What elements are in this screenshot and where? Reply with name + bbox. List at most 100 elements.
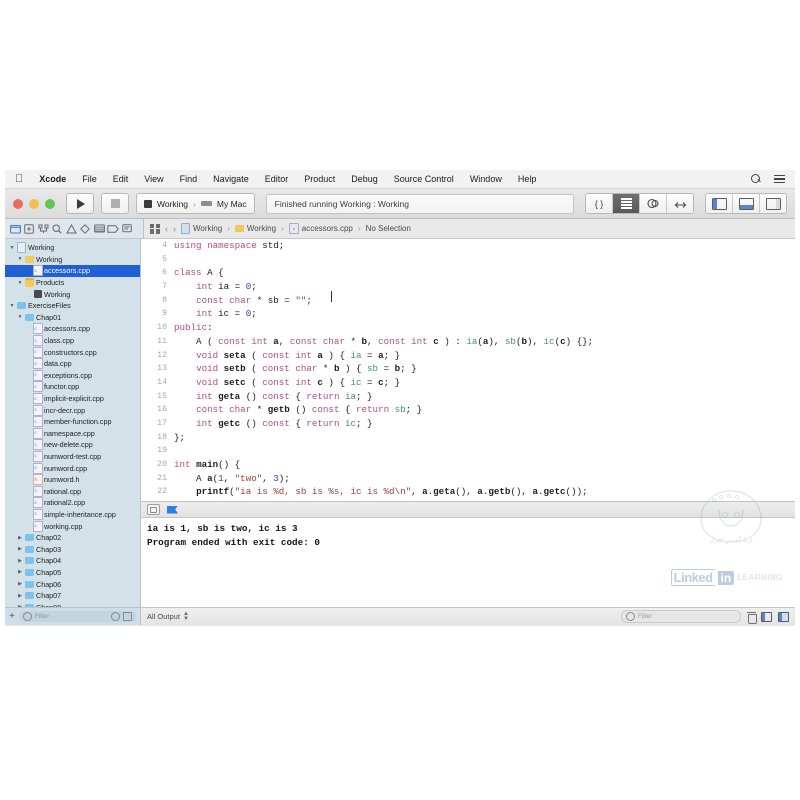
sidebar-item-implicit-explicit-cpp[interactable]: implicit-explicit.cpp bbox=[5, 393, 140, 405]
code-line[interactable]: 5 bbox=[141, 253, 795, 267]
sidebar-item-member-function-cpp[interactable]: member-function.cpp bbox=[5, 416, 140, 428]
run-button[interactable] bbox=[66, 193, 94, 214]
menu-item-navigate[interactable]: Navigate bbox=[205, 174, 257, 184]
sidebar-item-working[interactable]: Working bbox=[5, 288, 140, 300]
console-view-toggle[interactable] bbox=[778, 611, 789, 622]
console-filter-input[interactable]: Filter bbox=[621, 610, 741, 623]
menu-item-source-control[interactable]: Source Control bbox=[386, 174, 462, 184]
disclosure-triangle-right[interactable]: ▶ bbox=[16, 535, 24, 541]
clear-console-icon[interactable] bbox=[747, 612, 757, 624]
code-line[interactable]: 4 using namespace std; bbox=[141, 239, 795, 253]
sidebar-item-numword-test-cpp[interactable]: numword-test.cpp bbox=[5, 450, 140, 463]
hide-console-icon[interactable] bbox=[147, 504, 160, 515]
navigate-back-button[interactable]: ‹ bbox=[165, 224, 168, 234]
menu-item-window[interactable]: Window bbox=[462, 174, 510, 184]
debug-navigator-icon[interactable] bbox=[92, 222, 106, 235]
code-line[interactable]: 16 const char * getb () const { return s… bbox=[141, 403, 795, 417]
code-line[interactable]: 8 const char * sb = ""; bbox=[141, 294, 795, 308]
code-line[interactable]: 12 void seta ( const int a ) { ia = a; } bbox=[141, 349, 795, 363]
code-line[interactable]: 18}; bbox=[141, 431, 795, 445]
sidebar-item-working[interactable]: ▼ Working bbox=[5, 254, 140, 266]
disclosure-triangle-right[interactable]: ▶ bbox=[16, 546, 24, 552]
code-line[interactable]: 19 bbox=[141, 444, 795, 458]
variables-view-toggle[interactable] bbox=[761, 611, 772, 622]
code-line[interactable]: 23 return 0; bbox=[141, 499, 795, 501]
source-editor[interactable]: 4 using namespace std; 5 6 class A {7 int ia… bbox=[141, 239, 795, 501]
sidebar-item-simple-inheritance-cpp[interactable]: simple-inheritance.cpp bbox=[5, 508, 140, 521]
menu-item-debug[interactable]: Debug bbox=[343, 174, 386, 184]
output-scope-selector[interactable]: All Output ▲ ▼ bbox=[147, 611, 189, 622]
sidebar-item-incr-decr-cpp[interactable]: incr-decr.cpp bbox=[5, 404, 140, 416]
zoom-button[interactable] bbox=[45, 198, 55, 209]
code-line[interactable]: 17 int getc () const { return ic; } bbox=[141, 417, 795, 431]
menu-item-editor[interactable]: Editor bbox=[257, 174, 297, 184]
sidebar-item-exercisefiles[interactable]: ▼ ExerciseFiles bbox=[5, 300, 140, 312]
sidebar-item-new-delete-cpp[interactable]: new-delete.cpp bbox=[5, 439, 140, 451]
sidebar-item-numword-cpp[interactable]: numword.cpp bbox=[5, 462, 140, 474]
breakpoint-navigator-icon[interactable] bbox=[106, 222, 120, 235]
code-line[interactable]: 22 printf("ia is %d, sb is %s, ic is %d\… bbox=[141, 485, 795, 499]
project-navigator-icon[interactable] bbox=[8, 222, 22, 235]
find-navigator-icon[interactable] bbox=[50, 222, 64, 235]
code-line[interactable]: 6 class A { bbox=[141, 266, 795, 280]
code-line[interactable]: 7 int ia = 0; bbox=[141, 280, 795, 294]
debug-flag-icon[interactable] bbox=[167, 505, 178, 514]
menu-item-file[interactable]: File bbox=[74, 174, 105, 184]
code-line[interactable]: 21 A a(1, "two", 3); bbox=[141, 472, 795, 486]
stop-button[interactable] bbox=[101, 193, 129, 214]
sidebar-item-chap04[interactable]: ▶ Chap04 bbox=[5, 555, 140, 567]
scheme-selector[interactable]: Working › My Mac bbox=[136, 193, 255, 214]
recent-filter-icon[interactable] bbox=[22, 612, 32, 621]
disclosure-triangle-right[interactable]: ▶ bbox=[16, 593, 24, 599]
standard-editor-button[interactable] bbox=[613, 194, 640, 213]
close-button[interactable] bbox=[13, 198, 23, 209]
sidebar-item-chap05[interactable]: ▶ Chap05 bbox=[5, 567, 140, 579]
related-items-icon[interactable] bbox=[150, 223, 160, 234]
menu-item-xcode[interactable]: Xcode bbox=[31, 174, 74, 184]
disclosure-triangle-down[interactable]: ▼ bbox=[16, 314, 24, 320]
disclosure-triangle-right[interactable]: ▶ bbox=[16, 569, 24, 575]
version-editor-button[interactable] bbox=[667, 194, 693, 213]
navigator-filter-input[interactable]: Filter bbox=[18, 611, 136, 622]
recent-filter-toggle-icon[interactable] bbox=[111, 612, 120, 621]
sidebar-item-chap06[interactable]: ▶ Chap06 bbox=[5, 578, 140, 590]
breadcrumb-item-selection[interactable]: No Selection bbox=[366, 224, 411, 233]
menu-item-edit[interactable]: Edit bbox=[105, 174, 137, 184]
issue-navigator-icon[interactable] bbox=[64, 222, 78, 235]
breadcrumb-item-group[interactable]: Working bbox=[234, 224, 276, 233]
apple-menu-icon[interactable]:  bbox=[11, 173, 31, 185]
source-control-navigator-icon[interactable] bbox=[22, 222, 36, 235]
navigator-toggle[interactable] bbox=[706, 194, 733, 213]
sidebar-item-working-cpp[interactable]: working.cpp bbox=[5, 520, 140, 532]
sidebar-item-working[interactable]: ▼ Working bbox=[5, 242, 140, 254]
menu-item-product[interactable]: Product bbox=[296, 174, 343, 184]
code-line[interactable]: 14 void setc ( const int c ) { ic = c; } bbox=[141, 376, 795, 390]
disclosure-triangle-down[interactable]: ▼ bbox=[16, 280, 24, 286]
sidebar-item-rational-cpp[interactable]: rational.cpp bbox=[5, 485, 140, 497]
code-line[interactable]: 10 public: bbox=[141, 321, 795, 335]
code-line[interactable]: 20 int main() { bbox=[141, 458, 795, 472]
sidebar-item-chap07[interactable]: ▶ Chap07 bbox=[5, 590, 140, 602]
breadcrumb-item-file[interactable]: c accessors.cpp bbox=[288, 223, 353, 234]
sidebar-item-chap01[interactable]: ▼ Chap01 bbox=[5, 312, 140, 324]
menu-item-help[interactable]: Help bbox=[510, 174, 545, 184]
sidebar-item-class-cpp[interactable]: class.cpp bbox=[5, 335, 140, 347]
disclosure-triangle-down[interactable]: ▼ bbox=[16, 256, 24, 262]
disclosure-triangle-down[interactable]: ▼ bbox=[8, 245, 16, 251]
control-center-icon[interactable] bbox=[774, 174, 785, 185]
sidebar-item-exceptions-cpp[interactable]: exceptions.cpp bbox=[5, 369, 140, 382]
sidebar-item-functor-cpp[interactable]: functor.cpp bbox=[5, 381, 140, 393]
report-navigator-icon[interactable] bbox=[120, 222, 134, 235]
sidebar-item-namespace-cpp[interactable]: namespace.cpp bbox=[5, 427, 140, 440]
code-line[interactable]: 9 int ic = 0; bbox=[141, 307, 795, 321]
sourcecontrol-filter-icon[interactable] bbox=[123, 612, 132, 621]
menu-item-view[interactable]: View bbox=[136, 174, 171, 184]
code-line[interactable]: 15 int geta () const { return ia; } bbox=[141, 390, 795, 404]
minimize-button[interactable] bbox=[29, 198, 39, 209]
assistant-editor-button[interactable] bbox=[640, 194, 667, 213]
utilities-toggle[interactable] bbox=[760, 194, 786, 213]
sidebar-item-chap03[interactable]: ▶ Chap03 bbox=[5, 543, 140, 555]
spotlight-search-icon[interactable] bbox=[751, 173, 762, 185]
sidebar-item-rational2-cpp[interactable]: rational2.cpp bbox=[5, 497, 140, 509]
disclosure-triangle-down[interactable]: ▼ bbox=[8, 303, 16, 309]
